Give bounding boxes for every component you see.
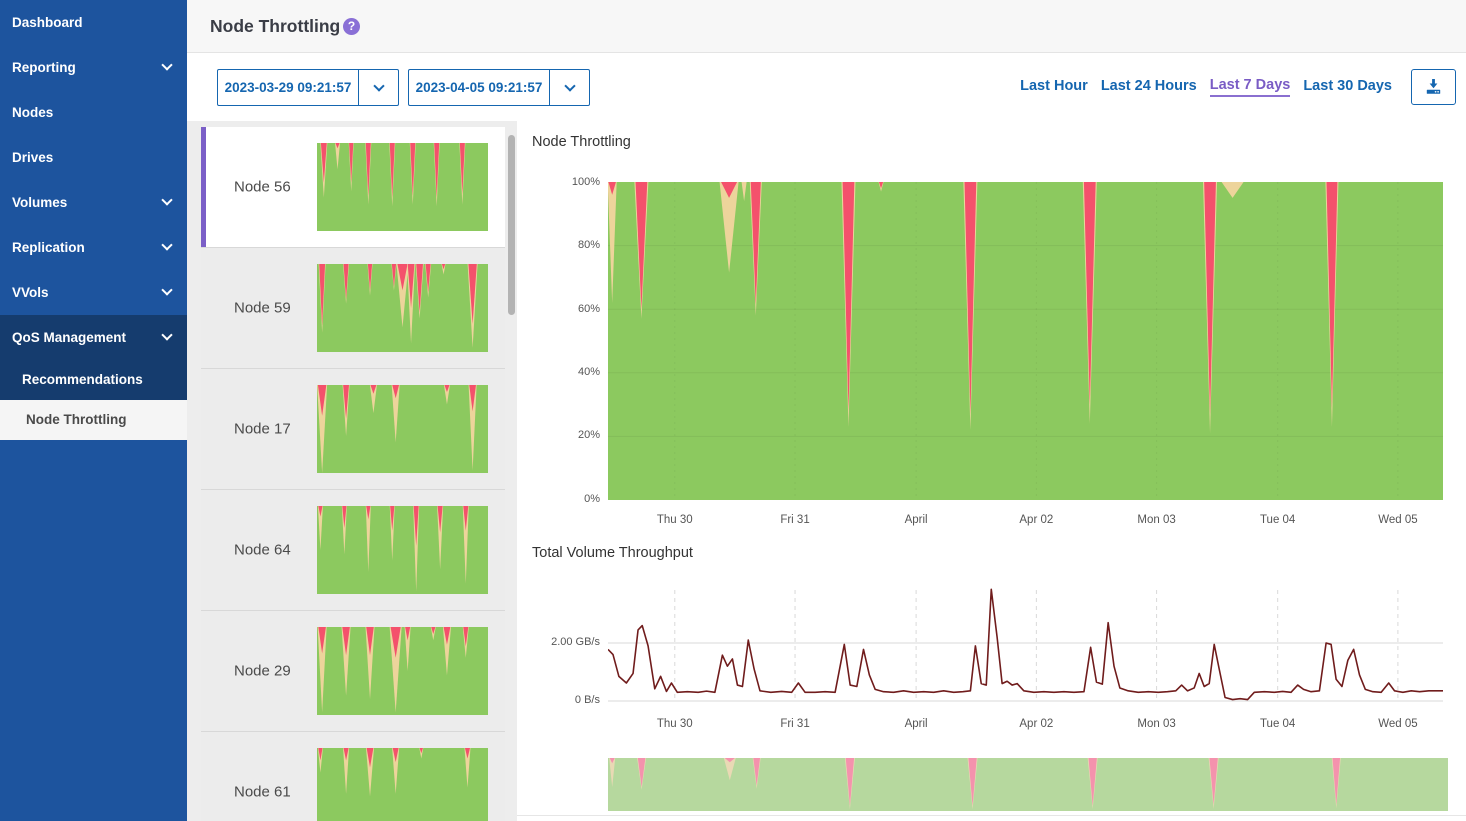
chart-panel: Node Throttling Total Volume Throughput …	[517, 121, 1466, 821]
x-axis-tick: Tue 04	[1238, 718, 1318, 730]
sidebar-item-recommendations[interactable]: Recommendations	[0, 360, 187, 400]
sidebar-item-replication[interactable]: Replication	[0, 225, 187, 270]
node-list: Node 56 Node 59 Node 17 Node 64 Node 29 Node …	[201, 127, 505, 821]
y-axis-tick: 80%	[517, 239, 600, 251]
chevron-down-icon	[161, 59, 172, 70]
chevron-down-icon	[161, 194, 172, 205]
end-date-value: 2023-04-05 09:21:57	[409, 70, 549, 105]
node-list-item-node-64[interactable]: Node 64	[201, 490, 505, 611]
node-label: Node 29	[234, 663, 291, 680]
chevron-down-icon	[161, 239, 172, 250]
sidebar-item-label: Drives	[12, 150, 53, 165]
x-axis-tick: Fri 31	[755, 718, 835, 730]
node-thumbnail-chart	[317, 627, 488, 715]
x-axis-tick: Mon 03	[1117, 514, 1197, 526]
chart-title-total-volume-throughput: Total Volume Throughput	[532, 545, 693, 561]
sidebar-item-label: QoS Management	[12, 330, 126, 345]
node-label: Node 17	[234, 421, 291, 438]
y-axis-tick: 0 B/s	[517, 694, 600, 706]
page-title: Node Throttling	[210, 0, 340, 52]
sidebar-item-label: Replication	[12, 240, 85, 255]
quick-range-last-30-days[interactable]: Last 30 Days	[1303, 78, 1392, 96]
sidebar: Dashboard Reporting Nodes Drives Volumes Repl…	[0, 0, 187, 821]
x-axis-tick: Apr 02	[996, 718, 1076, 730]
brush-minimap[interactable]	[608, 758, 1448, 811]
node-list-item-node-56[interactable]: Node 56	[201, 127, 505, 248]
x-axis-tick: Apr 02	[996, 514, 1076, 526]
y-axis-tick: 2.00 GB/s	[517, 636, 600, 648]
sidebar-item-label: Dashboard	[12, 15, 83, 30]
quick-range-last-hour[interactable]: Last Hour	[1020, 78, 1088, 96]
download-button[interactable]	[1411, 69, 1456, 105]
end-date-picker[interactable]: 2023-04-05 09:21:57	[408, 69, 590, 106]
chevron-down-icon	[161, 329, 172, 340]
x-axis-tick: April	[876, 718, 956, 730]
x-axis-tick: Wed 05	[1358, 718, 1438, 730]
node-list-item-node-59[interactable]: Node 59	[201, 248, 505, 369]
chevron-down-icon[interactable]	[358, 70, 398, 105]
sidebar-item-qos-management[interactable]: QoS Management	[0, 315, 187, 360]
x-axis-tick: Thu 30	[635, 718, 715, 730]
node-thumbnail-chart	[317, 748, 488, 821]
download-icon	[1425, 79, 1442, 95]
divider	[517, 815, 1466, 816]
node-label: Node 56	[234, 179, 291, 196]
quick-ranges: Last Hour Last 24 Hours Last 7 Days Last 30…	[1020, 53, 1392, 121]
sidebar-item-label: Node Throttling	[26, 412, 126, 427]
node-thumbnail-chart	[317, 264, 488, 352]
node-list-item-node-29[interactable]: Node 29	[201, 611, 505, 732]
sidebar-item-label: VVols	[12, 285, 49, 300]
sidebar-item-reporting[interactable]: Reporting	[0, 45, 187, 90]
y-axis-tick: 60%	[517, 303, 600, 315]
node-throttling-chart[interactable]	[608, 182, 1443, 500]
x-axis-tick: Tue 04	[1238, 514, 1318, 526]
sidebar-item-volumes[interactable]: Volumes	[0, 180, 187, 225]
quick-range-last-24-hours[interactable]: Last 24 Hours	[1101, 78, 1197, 96]
chart-title-node-throttling: Node Throttling	[532, 134, 631, 150]
node-thumbnail-chart	[317, 143, 488, 231]
sidebar-item-dashboard[interactable]: Dashboard	[0, 0, 187, 45]
sidebar-item-label: Reporting	[12, 60, 76, 75]
sidebar-item-node-throttling[interactable]: Node Throttling	[0, 400, 187, 440]
app-window: Dashboard Reporting Nodes Drives Volumes Repl…	[0, 0, 1466, 821]
node-list-item-node-61[interactable]: Node 61	[201, 732, 505, 821]
page-header: Node Throttling ?	[187, 0, 1466, 53]
sidebar-item-label: Nodes	[12, 105, 53, 120]
chevron-down-icon[interactable]	[549, 70, 589, 105]
y-axis-tick: 20%	[517, 429, 600, 441]
help-icon[interactable]: ?	[343, 18, 360, 35]
x-axis-tick: Wed 05	[1358, 514, 1438, 526]
sidebar-item-nodes[interactable]: Nodes	[0, 90, 187, 135]
x-axis-tick: Fri 31	[755, 514, 835, 526]
toolbar: 2023-03-29 09:21:57 2023-04-05 09:21:57 …	[187, 53, 1466, 121]
x-axis-tick: April	[876, 514, 956, 526]
y-axis-tick: 40%	[517, 366, 600, 378]
throughput-chart[interactable]	[608, 588, 1443, 707]
start-date-value: 2023-03-29 09:21:57	[218, 70, 358, 105]
node-label: Node 61	[234, 784, 291, 801]
quick-range-last-7-days[interactable]: Last 7 Days	[1210, 77, 1291, 97]
sidebar-item-drives[interactable]: Drives	[0, 135, 187, 180]
sidebar-item-vvols[interactable]: VVols	[0, 270, 187, 315]
node-list-item-node-17[interactable]: Node 17	[201, 369, 505, 490]
chevron-down-icon	[161, 284, 172, 295]
node-list-scrollbar[interactable]	[508, 135, 515, 315]
start-date-picker[interactable]: 2023-03-29 09:21:57	[217, 69, 399, 106]
node-label: Node 59	[234, 300, 291, 317]
y-axis-tick: 100%	[517, 176, 600, 188]
node-thumbnail-chart	[317, 385, 488, 473]
sidebar-item-label: Volumes	[12, 195, 67, 210]
sidebar-item-label: Recommendations	[22, 372, 143, 387]
qos-management-section: QoS Management Recommendations	[0, 315, 187, 400]
node-thumbnail-chart	[317, 506, 488, 594]
node-label: Node 64	[234, 542, 291, 559]
x-axis-tick: Thu 30	[635, 514, 715, 526]
content-area: Node 56 Node 59 Node 17 Node 64 Node 29 Node …	[187, 121, 1466, 821]
y-axis-tick: 0%	[517, 493, 600, 505]
x-axis-tick: Mon 03	[1117, 718, 1197, 730]
